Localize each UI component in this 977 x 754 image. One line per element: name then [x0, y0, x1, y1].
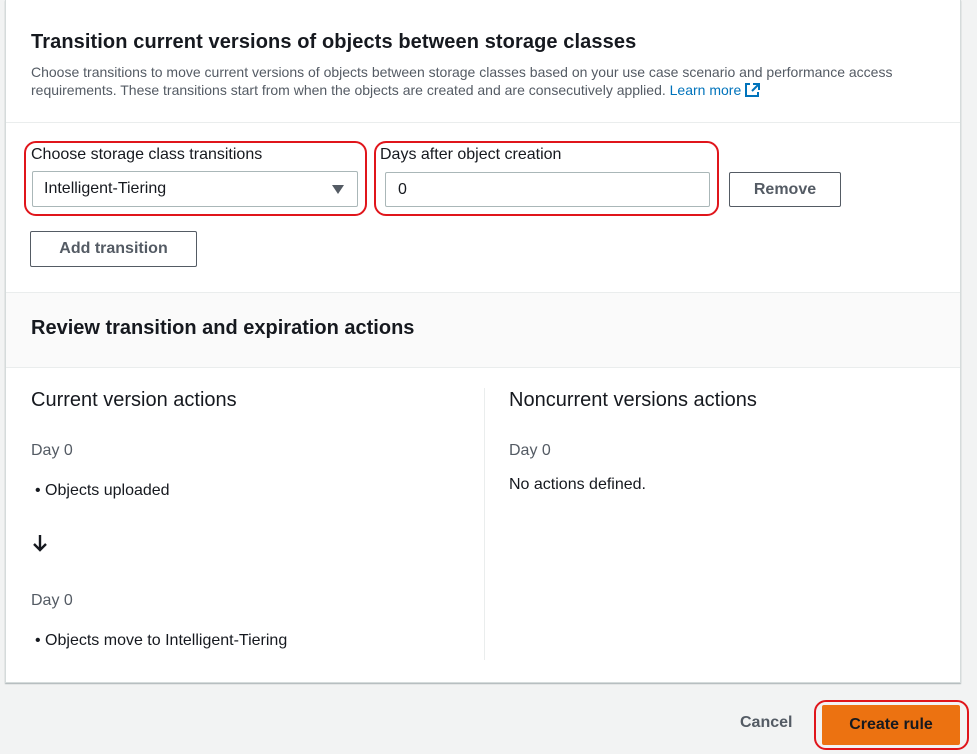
- current-day-label: Day 0: [31, 442, 73, 459]
- column-divider: [484, 388, 485, 660]
- cancel-button[interactable]: Cancel: [740, 714, 792, 732]
- description-text: Choose transitions to move current versi…: [31, 64, 893, 98]
- learn-more-text[interactable]: Learn more: [670, 82, 742, 98]
- storage-class-select[interactable]: Intelligent-Tiering: [32, 171, 358, 207]
- arrow-down-icon: [33, 535, 47, 552]
- section-title: Transition current versions of objects b…: [31, 31, 637, 53]
- learn-more-link[interactable]: Learn more: [670, 82, 762, 98]
- add-transition-button[interactable]: Add transition: [30, 231, 197, 267]
- noncurrent-day-label: Day 0: [509, 442, 551, 459]
- remove-button[interactable]: Remove: [729, 172, 841, 207]
- list-item: • Objects move to Intelligent-Tiering: [35, 632, 288, 649]
- external-link-icon: [744, 82, 761, 102]
- no-actions-text: No actions defined.: [509, 476, 646, 493]
- transitions-header: [6, 0, 960, 123]
- list-item: • Objects uploaded: [35, 482, 170, 499]
- current-actions-title: Current version actions: [31, 389, 237, 411]
- current-day-label-2: Day 0: [31, 592, 73, 609]
- caret-down-icon: [332, 185, 344, 194]
- storage-class-label: Choose storage class transitions: [31, 146, 263, 163]
- lifecycle-rule-card: Transition current versions of objects b…: [5, 0, 961, 683]
- create-rule-button[interactable]: Create rule: [822, 705, 960, 745]
- section-description: Choose transitions to move current versi…: [31, 63, 931, 102]
- review-title: Review transition and expiration actions: [31, 317, 415, 339]
- storage-class-value: Intelligent-Tiering: [44, 180, 167, 197]
- days-label: Days after object creation: [380, 146, 562, 163]
- days-input[interactable]: [385, 172, 710, 207]
- noncurrent-actions-title: Noncurrent versions actions: [509, 389, 757, 411]
